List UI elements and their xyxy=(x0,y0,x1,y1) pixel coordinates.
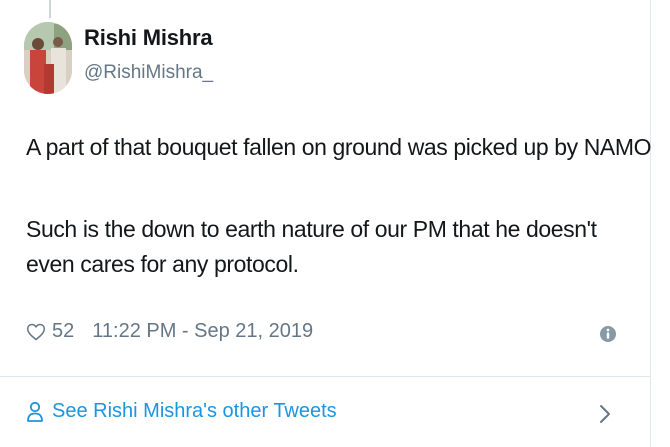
card-border xyxy=(650,0,651,447)
person-icon xyxy=(26,401,44,423)
author-name[interactable]: Rishi Mishra xyxy=(84,25,213,51)
heart-icon[interactable] xyxy=(26,322,46,342)
info-icon[interactable] xyxy=(598,324,618,344)
tweet-meta: 52 11:22 PM - Sep 21, 2019 xyxy=(26,320,313,343)
author-handle[interactable]: @RishiMishra_ xyxy=(84,62,213,84)
avatar-photo xyxy=(24,22,72,94)
divider xyxy=(0,376,650,377)
tweet-card: Rishi Mishra @RishiMishra_ A part of tha… xyxy=(0,0,670,447)
thread-connector-line xyxy=(49,0,51,18)
see-more-tweets-label[interactable]: See Rishi Mishra's other Tweets xyxy=(52,400,337,423)
avatar[interactable] xyxy=(24,22,72,94)
tweet-text-paragraph: Such is the down to earth nature of our … xyxy=(26,216,597,277)
like-count[interactable]: 52 xyxy=(52,320,74,343)
see-more-tweets-link[interactable]: See Rishi Mishra's other Tweets xyxy=(26,400,337,423)
tweet-timestamp[interactable]: 11:22 PM - Sep 21, 2019 xyxy=(92,320,313,343)
tweet-text-paragraph: A part of that bouquet fallen on ground … xyxy=(26,134,652,160)
chevron-right-icon[interactable] xyxy=(598,403,612,425)
